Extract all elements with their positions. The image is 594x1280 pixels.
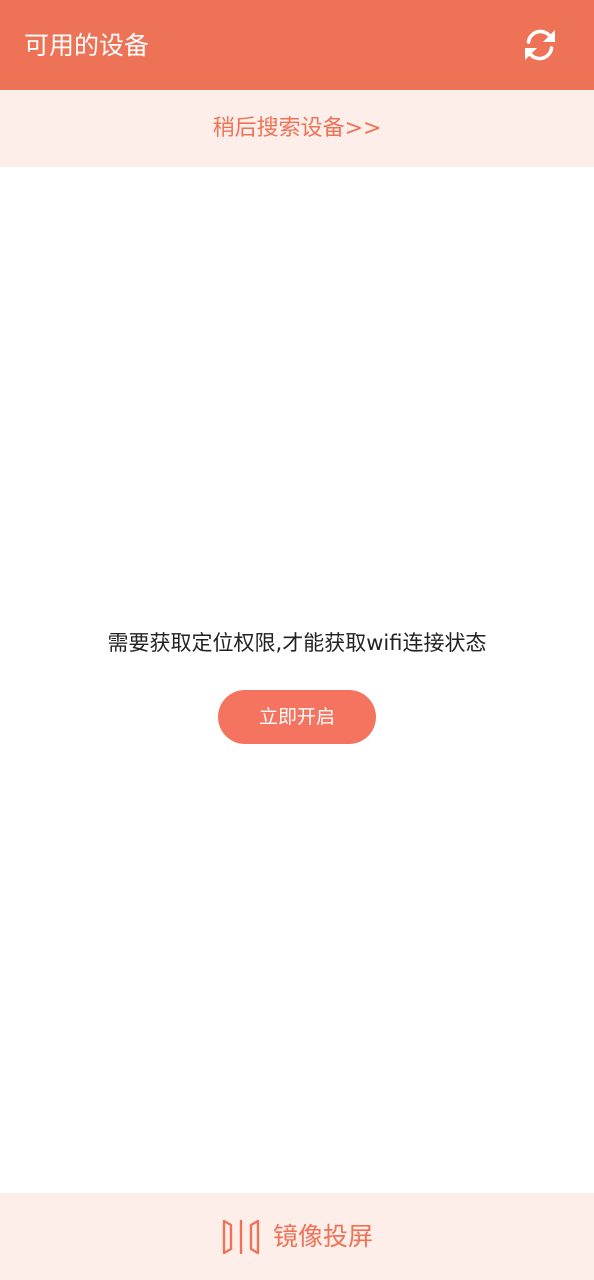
mirror-screen-button[interactable]: 镜像投屏 (0, 1193, 594, 1280)
page-title: 可用的设备 (24, 31, 150, 60)
search-later-label: 稍后搜索设备>> (212, 115, 382, 141)
enable-now-label: 立即开启 (258, 706, 335, 728)
enable-now-button[interactable]: 立即开启 (218, 690, 376, 744)
app-header: 可用的设备 (0, 0, 594, 90)
mirror-screen-icon (221, 1217, 261, 1257)
mirror-screen-label: 镜像投屏 (272, 1221, 373, 1251)
refresh-icon (520, 25, 560, 65)
bottom-bar: 镜像投屏 (0, 1193, 594, 1280)
refresh-button[interactable] (512, 20, 568, 70)
search-later-link[interactable]: 稍后搜索设备>> (0, 90, 594, 167)
location-permission-message: 需要获取定位权限,才能获取wifi连接状态 (107, 631, 487, 655)
